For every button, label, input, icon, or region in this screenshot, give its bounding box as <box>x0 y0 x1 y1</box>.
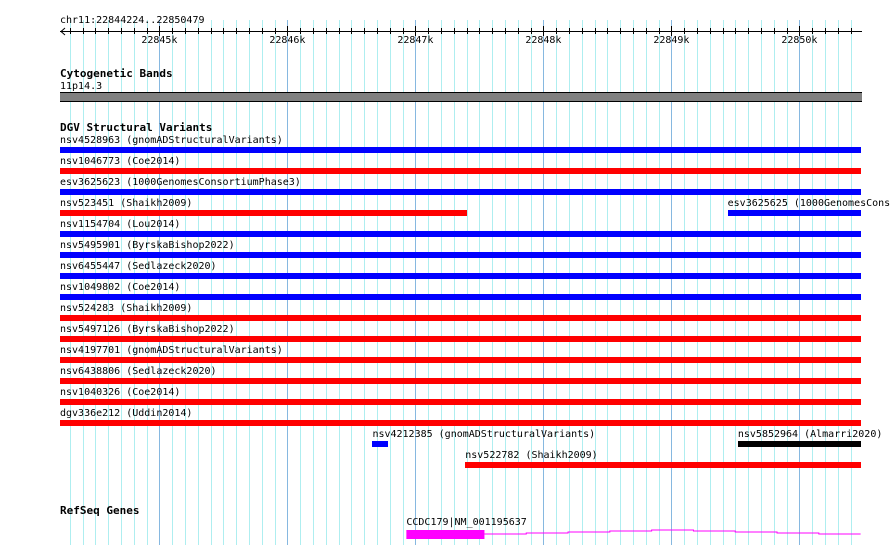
gene-ccdc179[interactable] <box>0 0 890 545</box>
genome-browser: chr11:22844224..22850479 22845k 22846k 228… <box>0 0 890 545</box>
gene-exon[interactable] <box>406 530 485 539</box>
gene-intron-line <box>484 529 861 535</box>
